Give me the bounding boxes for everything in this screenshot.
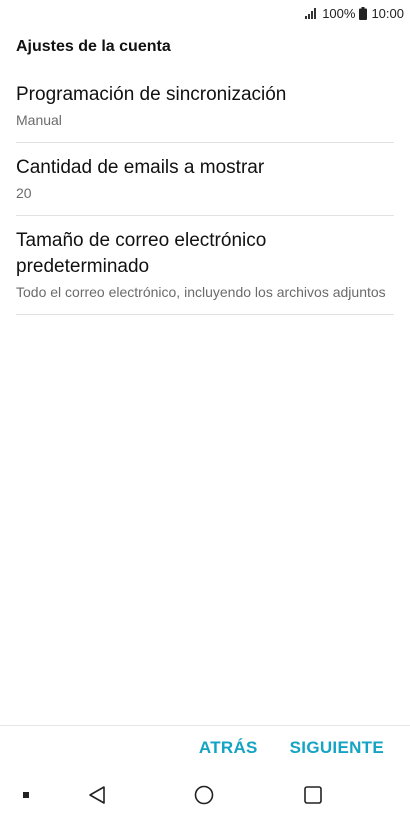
screen: 100% 10:00 Ajustes de la cuenta Programa… [0, 0, 410, 820]
setting-value: 20 [16, 185, 32, 201]
recents-square-icon[interactable] [298, 770, 328, 820]
next-button[interactable]: SIGUIENTE [290, 738, 384, 758]
back-triangle-icon[interactable] [82, 770, 112, 820]
page-title: Ajustes de la cuenta [16, 38, 171, 55]
setting-default-email-size[interactable]: Tamaño de correo electrónico predetermin… [16, 216, 394, 315]
battery-icon [359, 6, 368, 20]
action-bar: ATRÁS SIGUIENTE [0, 725, 410, 770]
setting-emails-to-show[interactable]: Cantidad de emails a mostrar 20 [16, 143, 394, 216]
status-clock: 10:00 [371, 5, 404, 21]
status-bar: 100% 10:00 [0, 0, 410, 26]
dot-icon [14, 770, 38, 820]
home-circle-icon[interactable] [189, 770, 219, 820]
signal-icon [305, 7, 318, 19]
battery-percent: 100% [322, 5, 356, 21]
setting-title: Tamaño de correo electrónico predetermin… [16, 230, 267, 277]
setting-title: Programación de sincronización [16, 84, 287, 105]
setting-title: Cantidad de emails a mostrar [16, 157, 265, 178]
app-header: Ajustes de la cuenta [16, 34, 394, 60]
setting-value: Todo el correo electrónico, incluyendo l… [16, 284, 386, 300]
nav-bar [0, 770, 410, 820]
setting-sync-schedule[interactable]: Programación de sincronización Manual [16, 70, 394, 143]
settings-list: Programación de sincronización Manual Ca… [16, 70, 394, 315]
back-button[interactable]: ATRÁS [199, 738, 258, 758]
setting-value: Manual [16, 112, 62, 128]
